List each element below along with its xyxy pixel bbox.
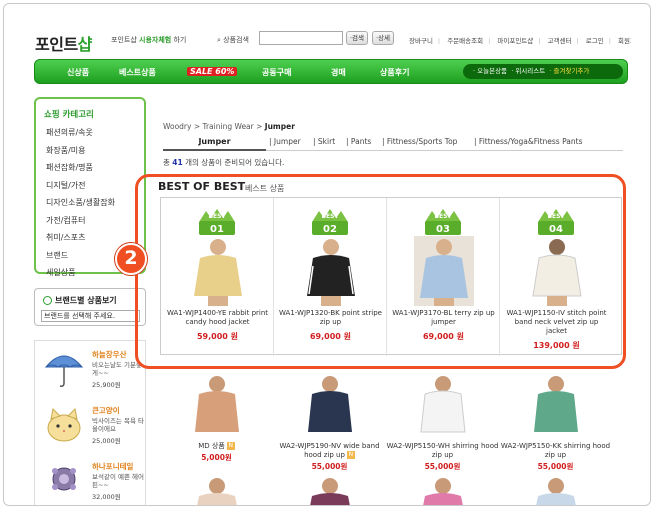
- top-links: 장바구니| 주문배송조회| 마이포인트샵| 고객센터| 로그인| 회원가입: [409, 35, 631, 45]
- nav-group-buy[interactable]: 공동구매: [262, 67, 291, 78]
- brand-select[interactable]: 브랜드를 선택해 주세요.: [41, 310, 140, 322]
- product-photo[interactable]: [526, 476, 586, 506]
- breadcrumb: Woodry > Training Wear > Jumper: [163, 122, 295, 131]
- brand-box: 브랜드별 상품보기 브랜드를 선택해 주세요.: [34, 288, 146, 326]
- category-item[interactable]: 패션잡화/명품: [46, 162, 115, 180]
- product-count: 총 41 개의 상품이 준비되어 있습니다.: [163, 158, 285, 167]
- brand-title: 브랜드별 상품보기: [43, 295, 117, 306]
- nav-sale[interactable]: SALE 60%: [187, 67, 238, 76]
- tab-fitness-pants[interactable]: | Fittness/Yoga&Fitness Pants: [474, 137, 583, 146]
- product-name[interactable]: WA2-WJP5190-NV wide band hood zip up N: [273, 442, 386, 460]
- product-photo[interactable]: [187, 374, 247, 436]
- sub-category-tabs: Jumper | Jumper | Skirt | Pants | Fittne…: [163, 135, 623, 151]
- hairpin-icon: [52, 467, 76, 491]
- side-promo-item[interactable]: 하나포니테일 보석같이 예쁜 헤어핀~~ 32,000원: [35, 457, 147, 505]
- step-badge: 2: [115, 243, 147, 275]
- main-nav: 신상품 베스트상품 SALE 60% 공동구매 경매 상품후기 · 오늘본상품 …: [34, 59, 628, 84]
- screenshot-area: 포인트샵 포인트샵 시용자체험 하기 ⌕ 상품검색 ·검색 ·상세 장바구니 | …: [17, 14, 631, 506]
- cat-icon: [47, 407, 81, 442]
- category-item[interactable]: 취미/스포츠: [46, 232, 115, 250]
- nav-new[interactable]: 신상품: [67, 67, 89, 78]
- tab-pants[interactable]: | Pants: [346, 137, 371, 146]
- product-name[interactable]: MD 상품 N: [160, 442, 273, 451]
- quick-link-wishlist[interactable]: · 위시리스트: [509, 67, 545, 75]
- category-item[interactable]: 패션의류/속옷: [46, 127, 115, 145]
- nav-auction[interactable]: 경매: [331, 67, 346, 78]
- tab-jumper[interactable]: | Jumper: [269, 137, 301, 146]
- quick-links: · 오늘본상품 · 위시리스트 · 즐겨찾기추가: [463, 64, 623, 79]
- category-list: 패션의류/속옷 화장품/미용 패션잡화/명품 디지털/가전 디자인소품/생활잡화…: [46, 127, 115, 285]
- category-item[interactable]: 디지털/가전: [46, 180, 115, 198]
- tab-fitness-top[interactable]: | Fittness/Sports Top: [382, 137, 457, 146]
- side-promos: 하늘장우산 비오는날도 기분좋게~~ 25,900원 큰고양이 빅사이즈는 목욕…: [34, 340, 147, 505]
- quick-link-bookmark[interactable]: · 즐겨찾기추가: [547, 67, 589, 75]
- window-frame: 포인트샵 포인트샵 시용자체험 하기 ⌕ 상품검색 ·검색 ·상세 장바구니 | …: [3, 3, 651, 506]
- top-link-order[interactable]: 주문배송조회: [447, 37, 483, 45]
- category-item[interactable]: 가전/컴퓨터: [46, 215, 115, 233]
- tab-skirt[interactable]: | Skirt: [313, 137, 335, 146]
- search-input[interactable]: [259, 31, 343, 45]
- top-link-join[interactable]: 회원가입: [618, 37, 631, 45]
- search-icon: ⌕: [217, 36, 221, 44]
- product-photo[interactable]: [187, 476, 247, 506]
- umbrella-icon: [44, 355, 84, 387]
- product-photo[interactable]: [300, 476, 360, 506]
- category-item[interactable]: 디자인소품/생활잡화: [46, 197, 115, 215]
- detail-search-button[interactable]: ·상세: [372, 31, 394, 45]
- product-photo[interactable]: [300, 374, 360, 436]
- nav-reviews[interactable]: 상품후기: [380, 67, 409, 78]
- search-button[interactable]: ·검색: [346, 31, 368, 45]
- site-logo[interactable]: 포인트샵: [35, 31, 92, 55]
- top-link-mypage[interactable]: 마이포인트샵: [497, 37, 533, 45]
- top-link-support[interactable]: 고객센터: [548, 37, 572, 45]
- category-title: 쇼핑 카테고리: [44, 110, 94, 120]
- product-photo[interactable]: [526, 374, 586, 436]
- top-link-cart[interactable]: 장바구니: [409, 37, 433, 45]
- new-tag-icon: N: [346, 451, 355, 459]
- top-link-login[interactable]: 로그인: [586, 37, 604, 45]
- category-item[interactable]: 화장품/미용: [46, 145, 115, 163]
- quick-link-recent[interactable]: · 오늘본상품: [473, 67, 507, 75]
- highlight-outline: [135, 174, 626, 369]
- nav-best[interactable]: 베스트상품: [119, 67, 156, 78]
- product-photo[interactable]: [413, 476, 473, 506]
- category-item[interactable]: 브랜드: [46, 250, 115, 268]
- power-icon: [43, 296, 52, 305]
- side-promo-item[interactable]: 하늘장우산 비오는날도 기분좋게~~ 25,900원: [35, 345, 147, 397]
- product-photo[interactable]: [413, 374, 473, 436]
- tab-jumper-selected[interactable]: Jumper: [163, 135, 266, 151]
- search-label: ⌕ 상품검색: [217, 36, 249, 44]
- category-item[interactable]: 세일상품: [46, 267, 115, 285]
- new-tag-icon: N: [226, 442, 235, 450]
- side-promo-item[interactable]: 큰고양이 빅사이즈는 목욕 타올이에요 25,000원: [35, 401, 147, 453]
- slogan[interactable]: 포인트샵 시용자체험 하기: [111, 35, 186, 45]
